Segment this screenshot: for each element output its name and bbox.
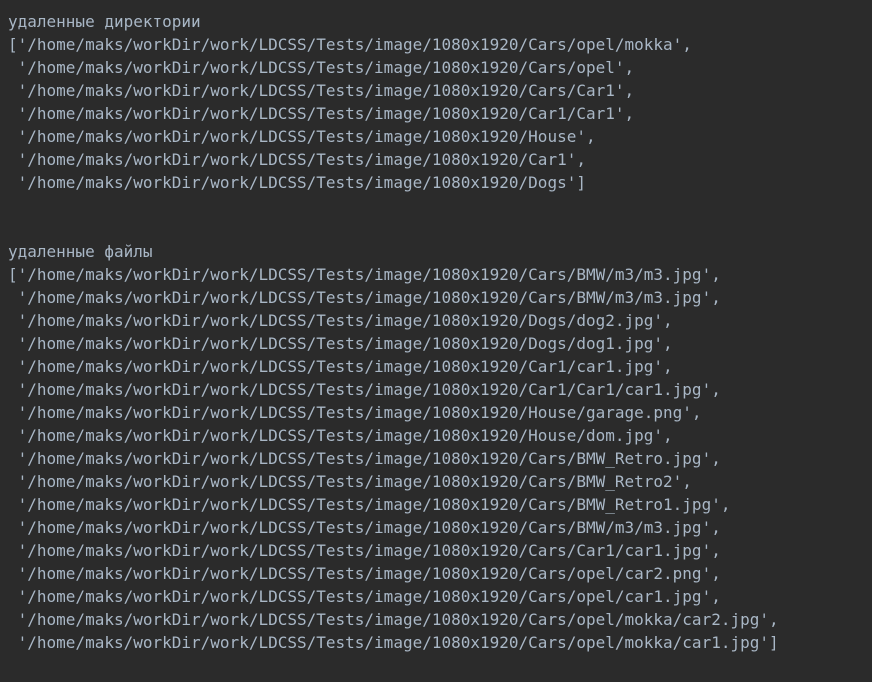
- dir-line: '/home/maks/workDir/work/LDCSS/Tests/ima…: [8, 58, 635, 77]
- dir-line: '/home/maks/workDir/work/LDCSS/Tests/ima…: [8, 127, 596, 146]
- file-line: '/home/maks/workDir/work/LDCSS/Tests/ima…: [8, 449, 721, 468]
- dirs-header: удаленные директории: [8, 12, 201, 31]
- file-line: '/home/maks/workDir/work/LDCSS/Tests/ima…: [8, 633, 779, 652]
- file-line: '/home/maks/workDir/work/LDCSS/Tests/ima…: [8, 357, 673, 376]
- file-line: ['/home/maks/workDir/work/LDCSS/Tests/im…: [8, 265, 721, 284]
- file-line: '/home/maks/workDir/work/LDCSS/Tests/ima…: [8, 518, 721, 537]
- dir-line: '/home/maks/workDir/work/LDCSS/Tests/ima…: [8, 81, 635, 100]
- file-line: '/home/maks/workDir/work/LDCSS/Tests/ima…: [8, 311, 673, 330]
- files-header: удаленные файлы: [8, 242, 153, 261]
- file-line: '/home/maks/workDir/work/LDCSS/Tests/ima…: [8, 426, 673, 445]
- file-line: '/home/maks/workDir/work/LDCSS/Tests/ima…: [8, 472, 692, 491]
- file-line: '/home/maks/workDir/work/LDCSS/Tests/ima…: [8, 541, 721, 560]
- console-output[interactable]: удаленные директории ['/home/maks/workDi…: [0, 0, 872, 682]
- file-line: '/home/maks/workDir/work/LDCSS/Tests/ima…: [8, 610, 779, 629]
- dir-line: '/home/maks/workDir/work/LDCSS/Tests/ima…: [8, 150, 586, 169]
- file-line: '/home/maks/workDir/work/LDCSS/Tests/ima…: [8, 564, 721, 583]
- file-line: '/home/maks/workDir/work/LDCSS/Tests/ima…: [8, 288, 721, 307]
- file-line: '/home/maks/workDir/work/LDCSS/Tests/ima…: [8, 403, 702, 422]
- file-line: '/home/maks/workDir/work/LDCSS/Tests/ima…: [8, 495, 731, 514]
- dir-line: '/home/maks/workDir/work/LDCSS/Tests/ima…: [8, 104, 635, 123]
- file-line: '/home/maks/workDir/work/LDCSS/Tests/ima…: [8, 334, 673, 353]
- dir-line: ['/home/maks/workDir/work/LDCSS/Tests/im…: [8, 35, 692, 54]
- file-line: '/home/maks/workDir/work/LDCSS/Tests/ima…: [8, 587, 721, 606]
- file-line: '/home/maks/workDir/work/LDCSS/Tests/ima…: [8, 380, 721, 399]
- dir-line: '/home/maks/workDir/work/LDCSS/Tests/ima…: [8, 173, 586, 192]
